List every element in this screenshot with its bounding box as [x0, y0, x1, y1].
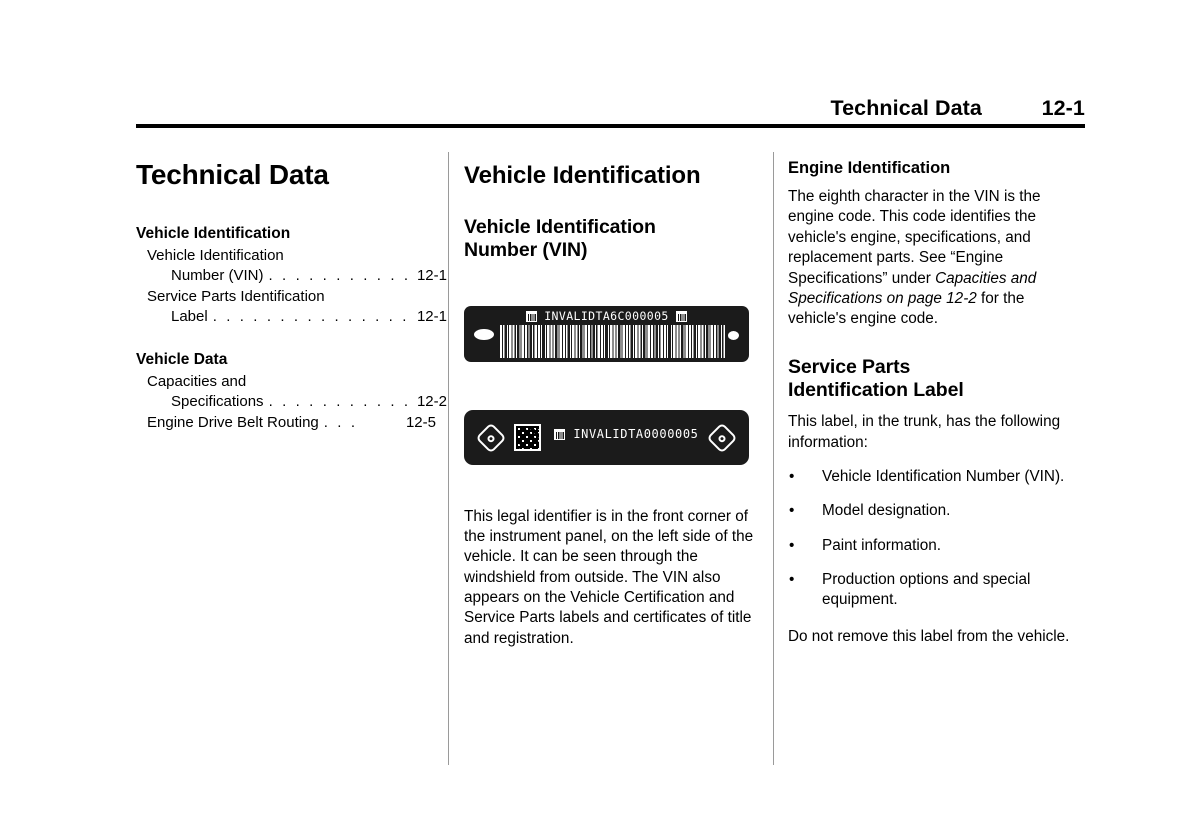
plate-mounting-hole-left-icon [474, 328, 494, 340]
list-item-label: Model designation. [822, 502, 951, 520]
list-item: • Paint information. [788, 536, 1086, 556]
toc-dot-leader: . . . . . . . . . . . . . . [268, 393, 414, 411]
chapter-heading: Technical Data [136, 159, 329, 190]
barcode-icon [500, 324, 725, 358]
toc-entry-engine-drive-belt-routing[interactable]: Engine Drive Belt Routing . . . 12-5 [136, 413, 436, 434]
toc-dot-leader: . . . . . . . . . . . . . [268, 267, 414, 285]
toc-entry-line1: Service Parts Identification [147, 287, 325, 305]
toc-entry-line1: Capacities and [147, 372, 247, 390]
vin-plate-number: INVALIDTA6C000005 [544, 308, 669, 323]
toc-entry-capacities-specifications[interactable]: Capacities and Specifications . . . . . … [136, 372, 447, 413]
toc-dot-leader: . . . . . . . . . . . . . . . . . . . . … [212, 308, 414, 326]
header-page-number: 12-1 [1041, 96, 1085, 120]
toc-entry-line2: Engine Drive Belt Routing [147, 413, 319, 431]
section-heading-engine-identification: Engine Identification [788, 159, 951, 177]
toc-entry-vin[interactable]: Vehicle Identification Number (VIN) . . … [136, 246, 447, 287]
bullet-icon: • [789, 571, 795, 589]
toc-entry-page: 12-5 [405, 413, 436, 431]
toc-entry-line1: Vehicle Identification [147, 246, 284, 264]
service-parts-intro-paragraph: This label, in the trunk, has the follow… [788, 413, 1061, 451]
vin-sticker-graphic: INVALIDTA0000005 [464, 409, 749, 465]
vin-sticker-text-row: INVALIDTA0000005 [546, 427, 707, 441]
column-divider-left [448, 152, 449, 765]
header-rule [136, 124, 1085, 128]
toc-entry-line2: Number (VIN) [171, 267, 264, 285]
list-item-label: Vehicle Identification Number (VIN). [822, 468, 1065, 485]
vehicle-identification-column: Vehicle Identification Vehicle Identific… [464, 152, 756, 649]
toc-entry-page: 12-1 [416, 308, 447, 326]
toc-entry-line2: Label [171, 308, 208, 326]
rosette-seal-left-icon [475, 422, 507, 454]
rosette-seal-right-icon [706, 422, 738, 454]
toc-group-title: Vehicle Identification [136, 224, 291, 242]
vin-plate-text-row: INVALIDTA6C000005 [464, 309, 749, 323]
subsection-heading-vin: Vehicle Identification Number (VIN) [464, 216, 756, 263]
service-parts-outro-paragraph: Do not remove this label from the vehicl… [788, 627, 1070, 645]
header-chapter-title: Technical Data [830, 96, 982, 120]
section-heading-service-parts-label: Service Parts Identification Label [788, 356, 1086, 403]
subsection-heading-line1: Vehicle Identification [464, 215, 656, 238]
bullet-icon: • [789, 468, 795, 485]
manufacturer-mark-icon [554, 428, 566, 440]
bullet-icon: • [789, 536, 795, 554]
toc-group-vehicle-identification: Vehicle Identification Vehicle Identific… [136, 224, 447, 328]
datamatrix-code-icon [514, 423, 541, 451]
service-parts-bullet-list: • Vehicle Identification Number (VIN). •… [788, 467, 1086, 611]
service-heading-line1: Service Parts [788, 355, 911, 378]
list-item-label: Production options and special equipment… [822, 571, 1031, 609]
plate-mounting-hole-right-icon [728, 330, 739, 340]
toc-entry-page: 12-2 [416, 393, 447, 411]
manufacturer-mark-icon [676, 310, 688, 322]
toc-entry-service-parts-label[interactable]: Service Parts Identification Label . . .… [136, 287, 447, 328]
list-item: • Production options and special equipme… [788, 570, 1086, 611]
subsection-heading-line2: Number (VIN) [464, 239, 588, 262]
toc-entry-page: 12-1 [416, 267, 447, 285]
engine-identification-paragraph: The eighth character in the VIN is the e… [788, 187, 1086, 329]
figure-vin-sticker: INVALIDTA0000005 [464, 409, 756, 465]
list-item-label: Paint information. [822, 536, 942, 554]
figure-vin-barcode-plate: INVALIDTA6C000005 [464, 305, 756, 362]
toc-entry-line2: Specifications [171, 393, 264, 411]
manual-page: Technical Data 12-1 Technical Data Vehic… [0, 0, 1200, 840]
table-of-contents-column: Technical Data Vehicle Identification Ve… [136, 152, 447, 434]
engine-and-service-parts-column: Engine Identification The eighth charact… [788, 152, 1086, 647]
bullet-icon: • [789, 502, 795, 520]
list-item: • Vehicle Identification Number (VIN). [788, 467, 1086, 487]
toc-dot-leader: . . . [323, 413, 358, 431]
vin-sticker-number: INVALIDTA0000005 [573, 426, 699, 441]
list-item: • Model designation. [788, 501, 1086, 521]
toc-group-title: Vehicle Data [136, 350, 228, 368]
vin-location-paragraph: This legal identifier is in the front co… [464, 507, 754, 647]
service-heading-line2: Identification Label [788, 378, 964, 401]
column-divider-right [773, 152, 774, 765]
manufacturer-mark-icon [525, 310, 537, 322]
vin-plate-graphic: INVALIDTA6C000005 [464, 305, 749, 362]
toc-group-vehicle-data: Vehicle Data Capacities and Specificatio… [136, 350, 447, 434]
section-heading-vehicle-identification: Vehicle Identification [464, 162, 701, 189]
